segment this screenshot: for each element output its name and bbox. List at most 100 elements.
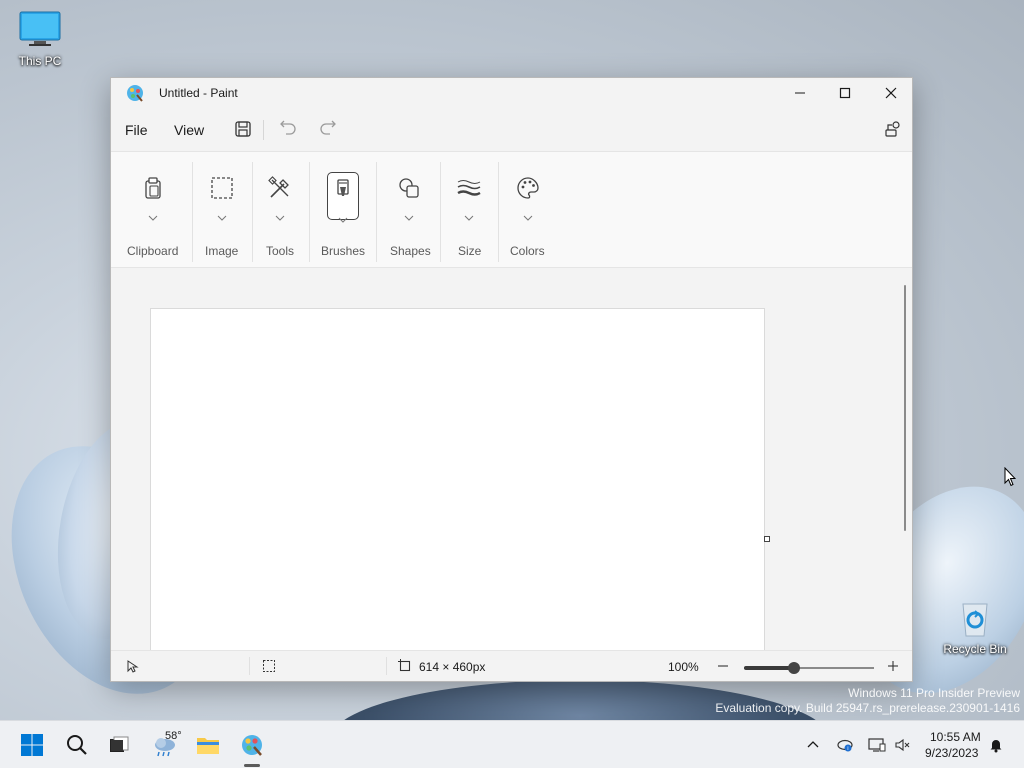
ribbon-group-label: Tools bbox=[266, 244, 295, 258]
watermark-line: Windows 11 Pro Insider Preview bbox=[848, 686, 1020, 700]
windows-watermark: Windows 11 Pro Insider Preview Evaluatio… bbox=[715, 686, 1020, 716]
network-icon[interactable] bbox=[868, 737, 886, 753]
drawing-canvas[interactable] bbox=[150, 308, 765, 650]
palette-icon bbox=[516, 176, 540, 200]
paint-window: Untitled - Paint File View Clipboard Ima… bbox=[110, 77, 913, 682]
selection-size-icon bbox=[262, 659, 276, 673]
ribbon-group-colors[interactable]: Colors bbox=[500, 152, 558, 269]
file-menu[interactable]: File bbox=[125, 122, 148, 138]
task-view-icon bbox=[110, 736, 129, 752]
chevron-down-icon bbox=[148, 208, 158, 221]
ribbon-group-label: Brushes bbox=[321, 244, 366, 258]
ribbon-group-brushes[interactable]: Brushes bbox=[311, 152, 375, 269]
divider bbox=[498, 162, 499, 262]
desktop-icon-label: Recycle Bin bbox=[943, 642, 1007, 656]
divider bbox=[376, 162, 377, 262]
canvas-workspace bbox=[111, 269, 899, 650]
search-button[interactable] bbox=[61, 729, 93, 761]
paint-taskbar-button[interactable] bbox=[236, 729, 268, 761]
scrollbar-thumb[interactable] bbox=[904, 285, 906, 531]
vertical-scrollbar[interactable] bbox=[899, 269, 912, 650]
chevron-down-icon bbox=[338, 210, 348, 223]
chevron-down-icon bbox=[523, 208, 533, 221]
active-app-indicator bbox=[244, 764, 260, 767]
canvas-resize-handle[interactable] bbox=[764, 536, 770, 542]
selection-icon bbox=[210, 176, 234, 200]
windows-logo-icon bbox=[21, 734, 43, 756]
undo-icon[interactable] bbox=[278, 119, 298, 139]
ribbon-group-shapes[interactable]: Shapes bbox=[378, 152, 440, 269]
divider bbox=[386, 657, 387, 675]
monitor-icon bbox=[18, 10, 62, 50]
paint-app-icon bbox=[242, 735, 262, 756]
title-bar[interactable]: Untitled - Paint bbox=[111, 78, 912, 108]
divider bbox=[263, 120, 264, 140]
ribbon-group-size[interactable]: Size bbox=[442, 152, 498, 269]
desktop-icon-label: This PC bbox=[18, 54, 62, 68]
weather-temperature: 58° bbox=[165, 730, 182, 742]
menu-bar: File View bbox=[111, 110, 912, 148]
chevron-down-icon bbox=[464, 208, 474, 221]
tools-icon bbox=[268, 176, 292, 200]
maximize-button[interactable] bbox=[822, 78, 868, 108]
ribbon-group-tools[interactable]: Tools bbox=[254, 152, 310, 269]
clock-time[interactable]: 10:55 AM bbox=[930, 730, 981, 744]
chevron-up-icon[interactable] bbox=[805, 737, 821, 753]
folder-icon bbox=[197, 738, 219, 754]
clock-date[interactable]: 9/23/2023 bbox=[925, 746, 978, 760]
ribbon-group-label: Colors bbox=[510, 244, 545, 258]
ribbon-group-label: Shapes bbox=[390, 244, 431, 258]
canvas-size-icon bbox=[398, 659, 412, 673]
window-title: Untitled - Paint bbox=[159, 86, 238, 100]
chevron-down-icon bbox=[404, 208, 414, 221]
clipboard-icon bbox=[141, 176, 165, 200]
minimize-button[interactable] bbox=[777, 78, 823, 108]
divider bbox=[249, 657, 250, 675]
maximize-icon bbox=[839, 87, 851, 99]
ribbon-group-label: Clipboard bbox=[127, 244, 179, 258]
ribbon-group-clipboard[interactable]: Clipboard bbox=[121, 152, 185, 269]
volume-muted-icon[interactable] bbox=[894, 737, 910, 753]
task-view-button[interactable] bbox=[103, 729, 135, 761]
chevron-down-icon bbox=[217, 208, 227, 221]
chevron-down-icon bbox=[275, 208, 285, 221]
recycle-bin-icon bbox=[953, 598, 997, 638]
ribbon-toolbar: Clipboard Image Tools Brushes Shapes Siz… bbox=[111, 151, 912, 268]
divider bbox=[252, 162, 253, 262]
file-explorer-button[interactable] bbox=[192, 729, 224, 761]
taskbar: 58° i 10:55 AM 9/23/2023 bbox=[0, 720, 1024, 768]
shapes-icon bbox=[397, 176, 421, 200]
ribbon-group-label: Size bbox=[458, 244, 482, 258]
mouse-cursor-icon bbox=[1004, 466, 1017, 487]
save-icon[interactable] bbox=[233, 119, 253, 139]
close-icon bbox=[885, 87, 897, 99]
redo-icon[interactable] bbox=[318, 119, 338, 139]
divider bbox=[309, 162, 310, 262]
desktop-icon-recycle-bin[interactable]: Recycle Bin bbox=[935, 598, 1015, 656]
zoom-out-icon[interactable] bbox=[716, 659, 730, 673]
watermark-line: Evaluation copy. Build 25947.rs_prerelea… bbox=[715, 701, 1020, 715]
share-icon[interactable] bbox=[883, 119, 903, 139]
paint-app-icon bbox=[126, 84, 144, 102]
brush-icon bbox=[331, 178, 355, 202]
view-menu[interactable]: View bbox=[174, 122, 204, 138]
close-button[interactable] bbox=[868, 78, 914, 108]
ribbon-group-label: Image bbox=[205, 244, 239, 258]
divider bbox=[440, 162, 441, 262]
notification-bell-icon[interactable] bbox=[988, 737, 1004, 753]
onedrive-icon[interactable]: i bbox=[836, 737, 853, 753]
zoom-level[interactable]: 100% bbox=[668, 660, 699, 674]
ribbon-group-image[interactable]: Image bbox=[195, 152, 253, 269]
status-bar: 614 × 460px 100% bbox=[111, 650, 912, 681]
start-button[interactable] bbox=[16, 729, 48, 761]
zoom-slider-thumb[interactable] bbox=[788, 662, 800, 674]
zoom-slider-fill bbox=[744, 666, 794, 670]
size-icon bbox=[457, 176, 481, 200]
minimize-icon bbox=[795, 92, 805, 94]
cursor-position-icon bbox=[125, 659, 139, 673]
canvas-size-label: 614 × 460px bbox=[419, 660, 486, 674]
desktop-icon-this-pc[interactable]: This PC bbox=[0, 10, 80, 68]
zoom-in-icon[interactable] bbox=[886, 659, 900, 673]
svg-text:i: i bbox=[847, 746, 848, 752]
search-icon bbox=[67, 735, 87, 755]
